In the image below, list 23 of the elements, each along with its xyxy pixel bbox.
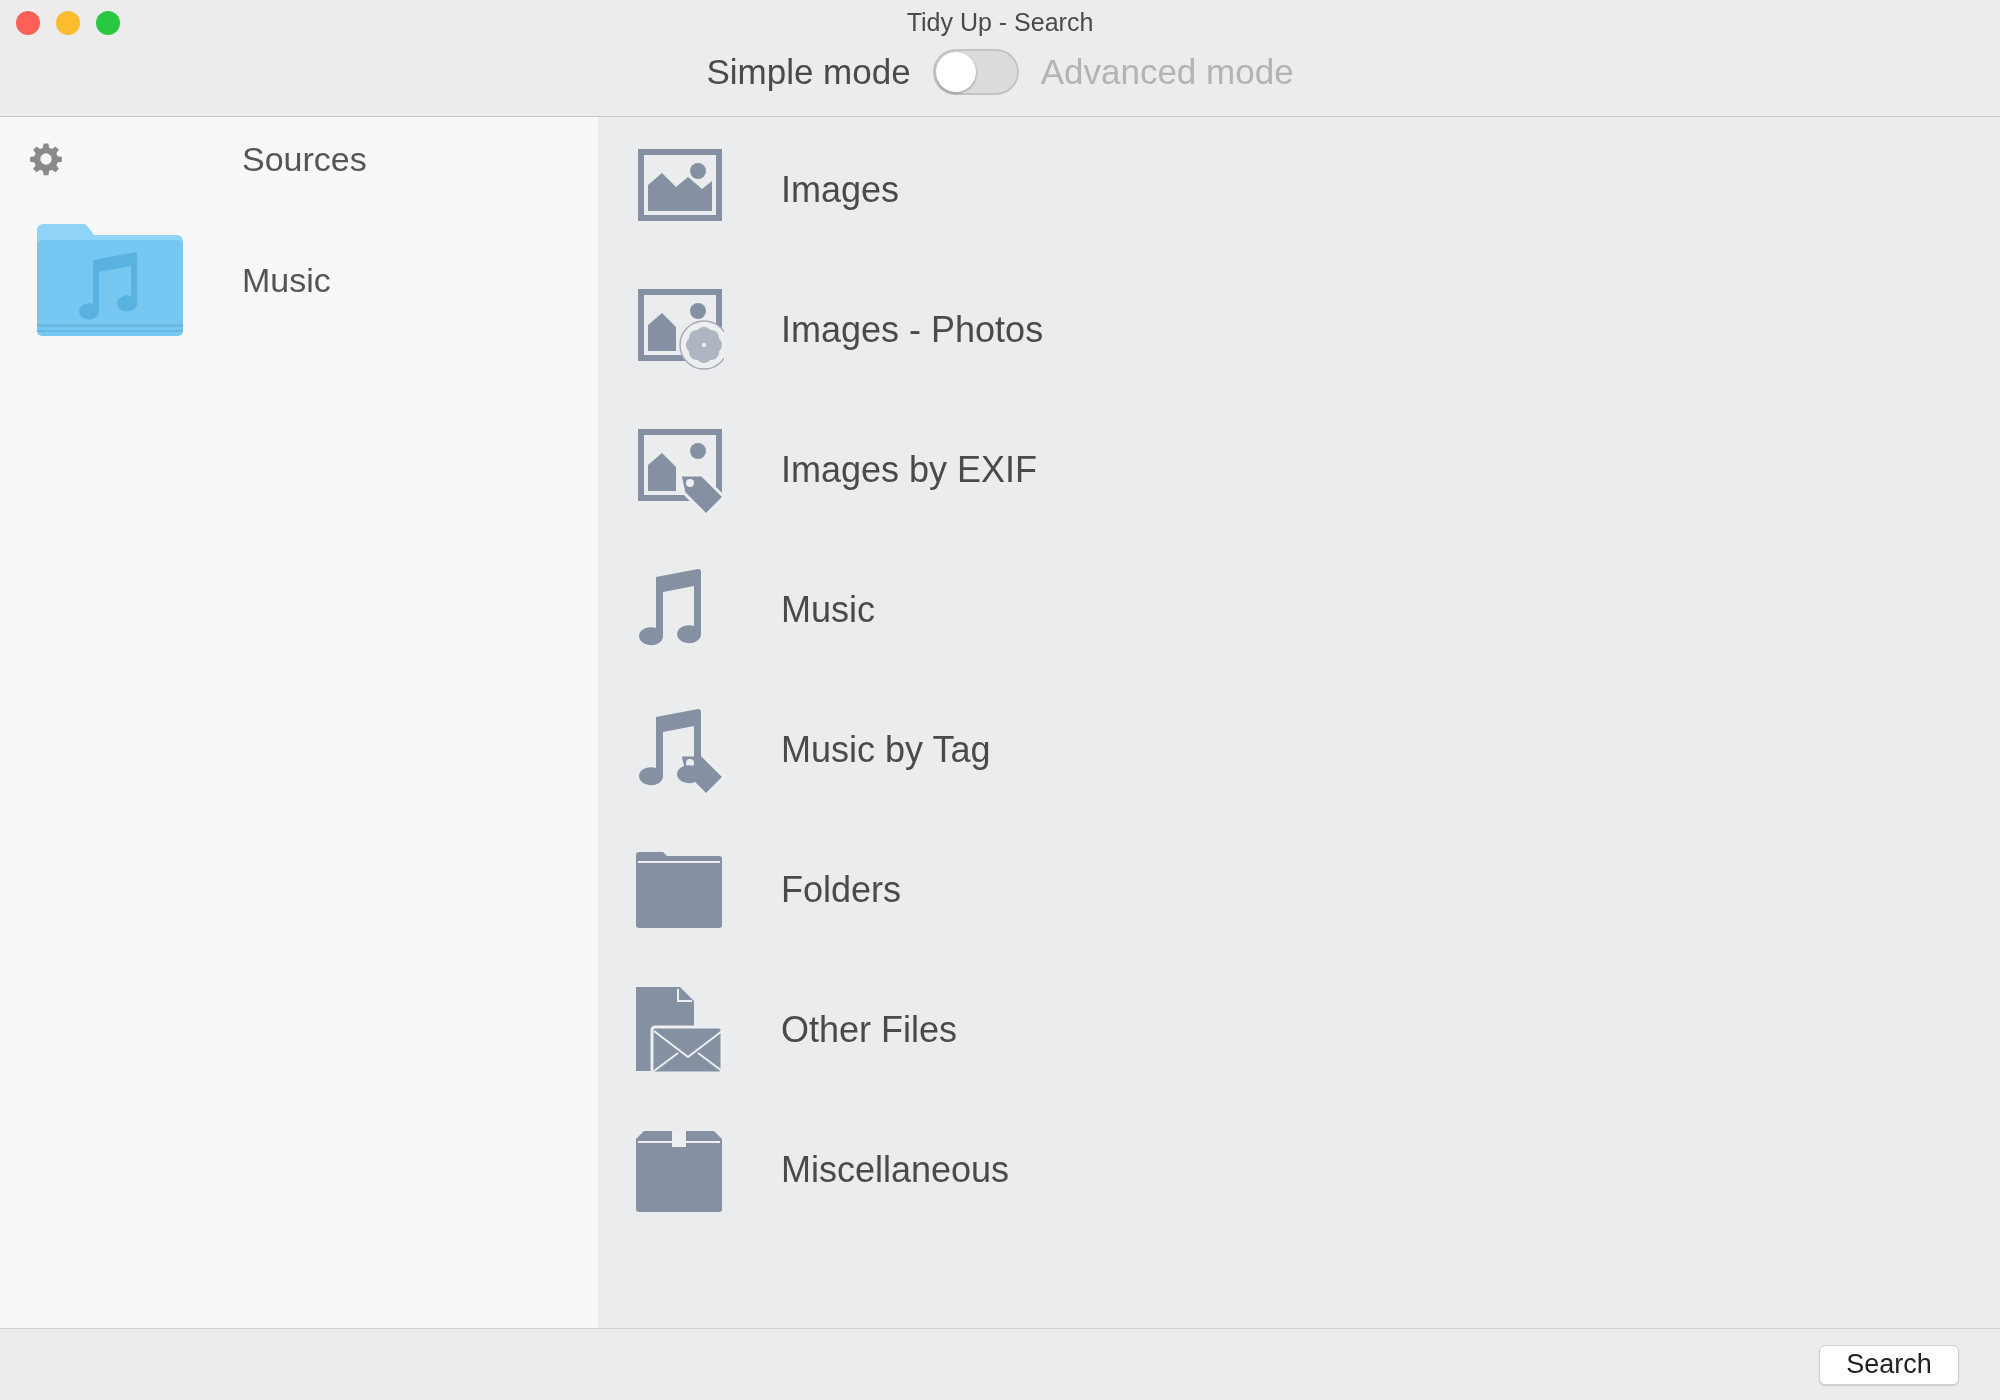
search-button[interactable]: Search bbox=[1819, 1344, 1959, 1385]
mode-label: Advanced mode bbox=[1040, 52, 1294, 92]
category-item[interactable]: Music bbox=[598, 540, 2000, 680]
window-title: Tidy Up - Search bbox=[906, 8, 1094, 37]
category-item[interactable]: Folders bbox=[598, 820, 2000, 960]
category-label: Miscellaneous bbox=[781, 1149, 1010, 1191]
category-item[interactable]: Other Files bbox=[598, 960, 2000, 1100]
mode-label: Simple mode bbox=[706, 52, 911, 92]
category-item[interactable]: Miscellaneous bbox=[598, 1100, 2000, 1240]
source-label: Music bbox=[242, 260, 331, 300]
category-label: Images by EXIF bbox=[781, 449, 1038, 491]
category-label: Other Files bbox=[781, 1009, 958, 1051]
category-label: Images bbox=[781, 169, 900, 211]
category-label: Folders bbox=[781, 869, 902, 911]
sources-header: Sources bbox=[242, 139, 367, 179]
category-item[interactable]: Images - Photos bbox=[598, 260, 2000, 400]
source-item[interactable]: Music bbox=[12, 205, 586, 355]
category-label: Images - Photos bbox=[781, 309, 1044, 351]
category-item[interactable]: Images bbox=[598, 120, 2000, 260]
category-label: Music by Tag bbox=[781, 729, 991, 771]
category-item[interactable]: Music by Tag bbox=[598, 680, 2000, 820]
category-item[interactable]: Images by EXIF bbox=[598, 400, 2000, 540]
category-label: Music bbox=[781, 589, 875, 631]
